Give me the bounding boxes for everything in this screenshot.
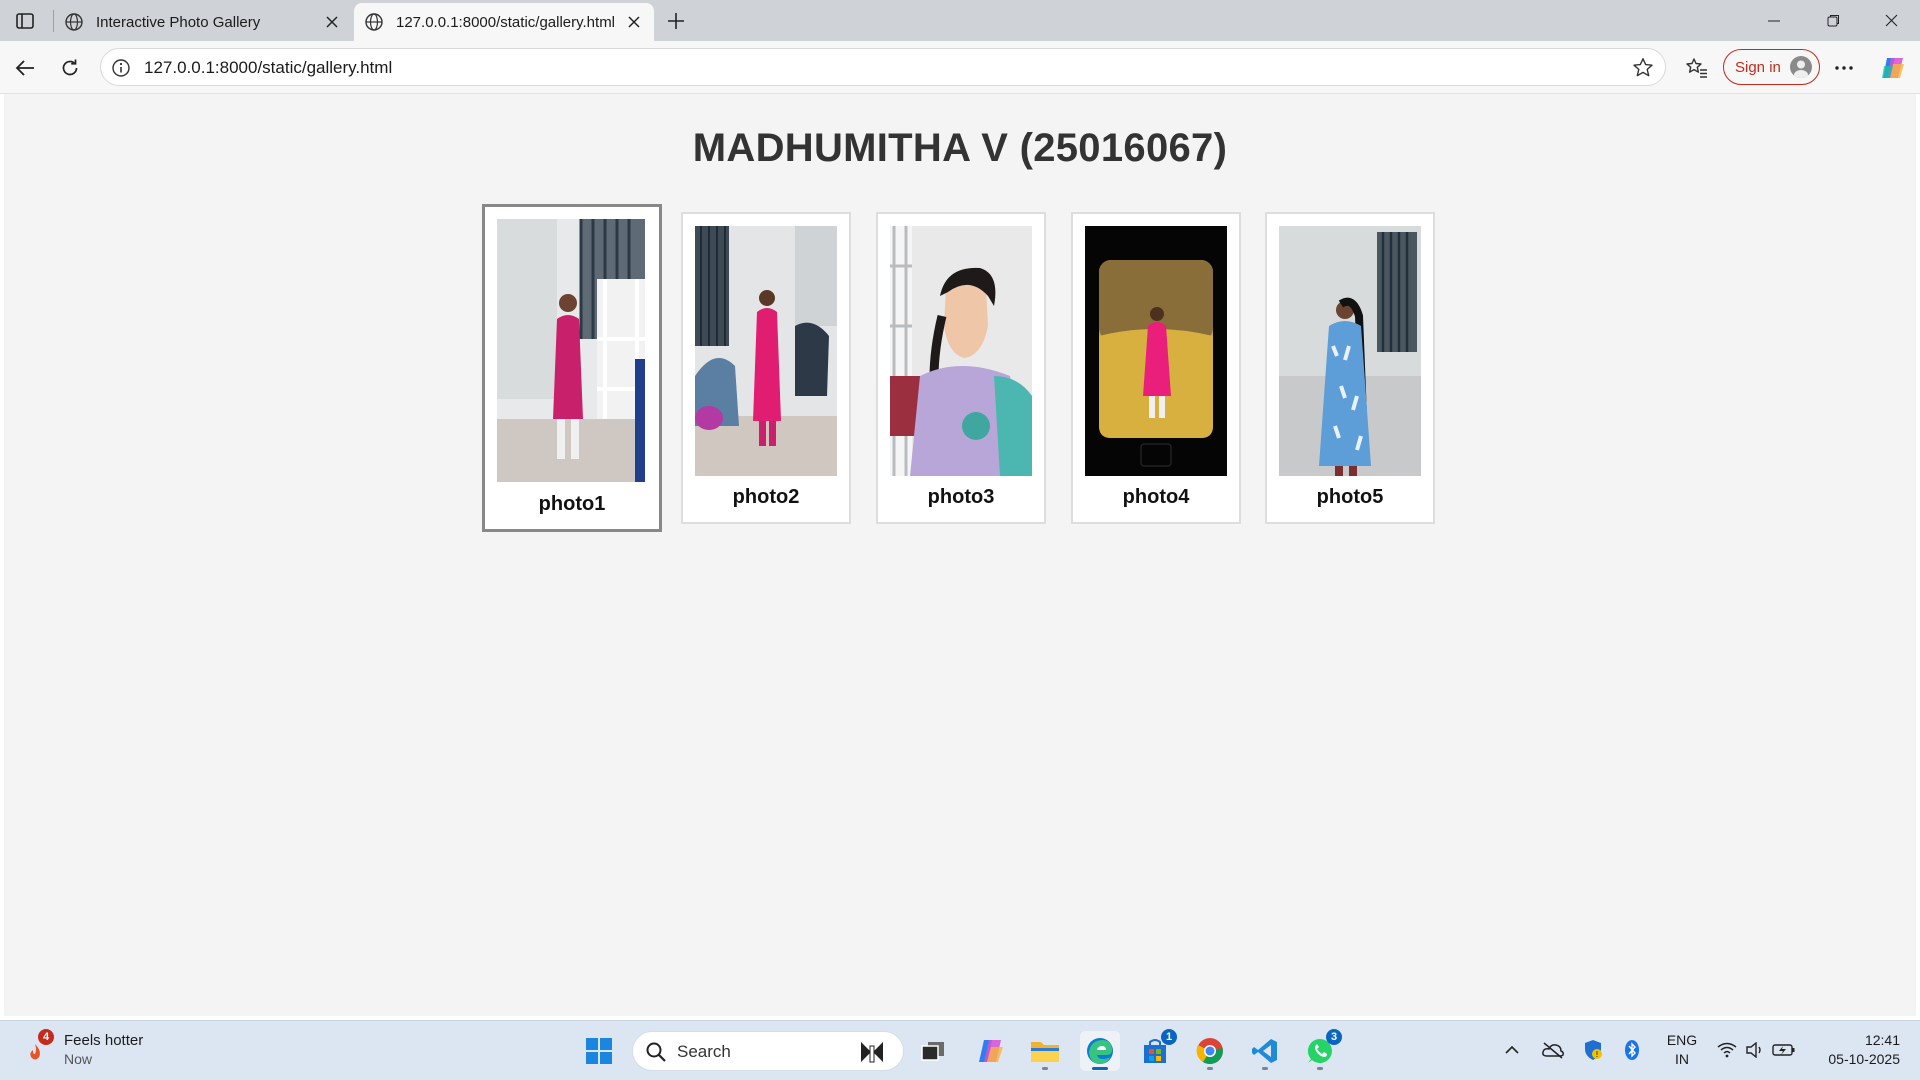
sign-in-label: Sign in	[1735, 58, 1781, 76]
search-icon	[645, 1041, 667, 1068]
globe-icon	[64, 12, 84, 32]
clock-time: 12:41	[1864, 1032, 1900, 1048]
copilot-icon[interactable]	[1876, 51, 1910, 85]
weather-widget[interactable]: 4 Feels hotter Now	[22, 1029, 162, 1073]
minimize-icon[interactable]	[1745, 0, 1803, 41]
weather-title: Feels hotter	[64, 1032, 144, 1049]
photo-2-image[interactable]	[695, 226, 837, 476]
security-shield-icon[interactable]: !	[1580, 1035, 1606, 1065]
onedrive-offline-icon[interactable]	[1538, 1035, 1568, 1065]
battery-charging-icon[interactable]	[1770, 1035, 1798, 1065]
refresh-icon[interactable]	[53, 51, 87, 85]
more-icon[interactable]	[1827, 51, 1861, 85]
edge-browser-icon[interactable]	[1080, 1031, 1120, 1071]
wifi-icon[interactable]	[1714, 1035, 1740, 1065]
search-highlight-icon	[857, 1038, 887, 1071]
weather-subtitle: Now	[64, 1051, 93, 1067]
search-label: Search	[677, 1042, 731, 1061]
globe-icon	[364, 12, 384, 32]
tab-title: 127.0.0.1:8000/static/gallery.html	[396, 13, 616, 31]
tab-actions-icon[interactable]	[10, 8, 40, 34]
tab-title: Interactive Photo Gallery	[96, 13, 261, 31]
tab-gallery-html[interactable]: 127.0.0.1:8000/static/gallery.html	[354, 3, 654, 41]
browser-tab-strip: Interactive Photo Gallery 127.0.0.1:8000…	[0, 0, 1920, 41]
back-arrow-icon[interactable]	[8, 51, 42, 85]
volume-icon[interactable]	[1742, 1035, 1768, 1065]
weather-icon	[24, 1041, 46, 1068]
photo-card-1[interactable]: photo1	[482, 204, 662, 532]
photo-card-5[interactable]: photo5	[1265, 212, 1435, 524]
running-indicator	[1262, 1067, 1268, 1070]
gallery-page: MADHUMITHA V (25016067) photo1 photo2 ph…	[4, 94, 1916, 1016]
photo-card-4[interactable]: photo4	[1071, 212, 1241, 524]
photo-card-2[interactable]: photo2	[681, 212, 851, 524]
running-indicator	[1207, 1067, 1213, 1070]
star-icon[interactable]	[1631, 56, 1655, 80]
photo-5-image[interactable]	[1279, 226, 1421, 476]
favorites-icon[interactable]	[1680, 51, 1714, 85]
language-line-2: IN	[1675, 1051, 1689, 1067]
info-icon[interactable]	[111, 58, 131, 78]
address-bar[interactable]: 127.0.0.1:8000/static/gallery.html	[100, 48, 1666, 86]
photo-2-caption: photo2	[732, 486, 800, 508]
task-view-icon[interactable]	[913, 1031, 953, 1071]
photo-card-3[interactable]: photo3	[876, 212, 1046, 524]
copilot-app-icon[interactable]	[971, 1031, 1011, 1071]
avatar-icon	[1790, 56, 1812, 78]
weather-badge: 4	[38, 1029, 54, 1045]
system-clock[interactable]: 12:41 05-10-2025	[1800, 1031, 1900, 1069]
restore-icon[interactable]	[1804, 0, 1862, 41]
language-indicator[interactable]: ENG IN	[1660, 1031, 1704, 1069]
photo-3-image[interactable]	[890, 226, 1032, 476]
new-tab-plus-icon[interactable]	[662, 7, 690, 35]
browser-toolbar: 127.0.0.1:8000/static/gallery.html Sign …	[0, 41, 1920, 94]
photo-4-image[interactable]	[1085, 226, 1227, 476]
svg-text:!: !	[1595, 1050, 1598, 1059]
taskbar-search-box[interactable]: Search	[632, 1031, 904, 1071]
close-icon[interactable]	[318, 8, 346, 36]
bluetooth-icon[interactable]	[1620, 1035, 1644, 1065]
whatsapp-icon[interactable]: 3	[1300, 1029, 1342, 1071]
chevron-up-icon[interactable]	[1500, 1035, 1524, 1065]
photo-1-caption: photo1	[538, 493, 606, 515]
page-heading: MADHUMITHA V (25016067)	[692, 126, 1228, 170]
file-explorer-icon[interactable]	[1025, 1031, 1065, 1071]
close-window-icon[interactable]	[1862, 0, 1920, 41]
chrome-icon[interactable]	[1190, 1031, 1230, 1071]
windows-start-icon[interactable]	[579, 1031, 619, 1071]
running-indicator	[1042, 1067, 1048, 1070]
language-line-1: ENG	[1666, 1032, 1698, 1048]
running-indicator	[1092, 1067, 1108, 1070]
photo-3-caption: photo3	[927, 486, 995, 508]
sign-in-button[interactable]: Sign in	[1723, 49, 1820, 85]
running-indicator	[1317, 1067, 1323, 1070]
photo-4-caption: photo4	[1122, 486, 1190, 508]
microsoft-store-icon[interactable]: 1	[1135, 1029, 1177, 1071]
vscode-icon[interactable]	[1245, 1031, 1285, 1071]
whatsapp-badge: 3	[1326, 1029, 1342, 1045]
store-badge: 1	[1161, 1029, 1177, 1045]
clock-date: 05-10-2025	[1828, 1051, 1900, 1067]
photo-1-image[interactable]	[497, 219, 645, 482]
tab-interactive-photo-gallery[interactable]: Interactive Photo Gallery	[54, 3, 352, 41]
close-icon[interactable]	[620, 8, 648, 36]
windows-taskbar: 4 Feels hotter Now Search 1 3 ! ENG IN 1…	[0, 1020, 1920, 1080]
photo-5-caption: photo5	[1316, 486, 1384, 508]
address-url[interactable]: 127.0.0.1:8000/static/gallery.html	[144, 58, 392, 78]
